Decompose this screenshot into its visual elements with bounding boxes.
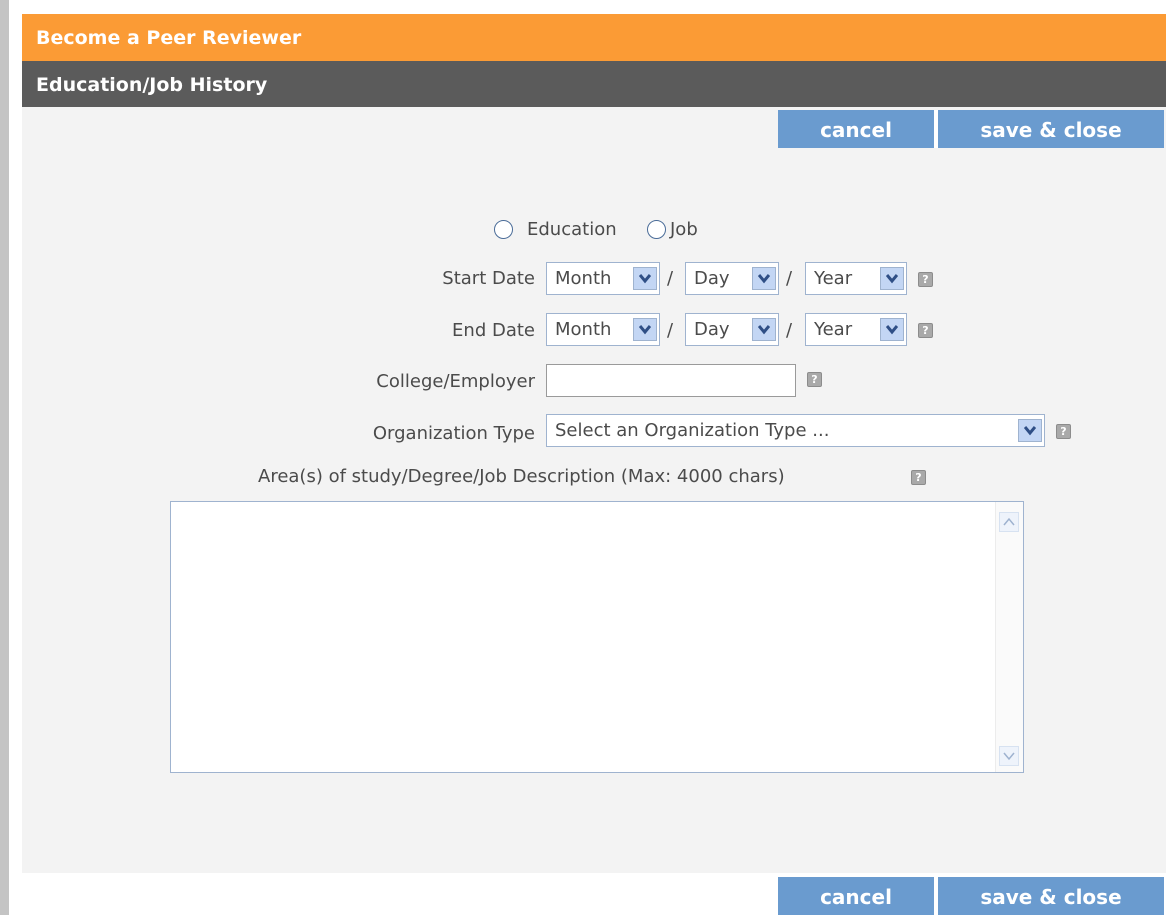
- chevron-down-icon: [633, 318, 657, 341]
- top-margin: [9, 0, 1166, 14]
- end-date-label: End Date: [452, 320, 535, 341]
- end-year-value: Year: [814, 319, 853, 340]
- cancel-button-top[interactable]: cancel: [778, 110, 934, 148]
- job-radio-label: Job: [670, 219, 698, 240]
- help-icon[interactable]: ?: [918, 323, 933, 338]
- end-month-select[interactable]: Month: [546, 313, 660, 346]
- organization-type-select[interactable]: Select an Organization Type ...: [546, 414, 1045, 447]
- chevron-down-icon: [752, 267, 776, 290]
- cancel-button-bottom[interactable]: cancel: [778, 877, 934, 915]
- end-year-select[interactable]: Year: [805, 313, 907, 346]
- help-icon[interactable]: ?: [1056, 424, 1071, 439]
- date-separator: /: [786, 268, 793, 289]
- college-employer-input[interactable]: [546, 364, 796, 397]
- scroll-down-arrow-icon[interactable]: [999, 746, 1019, 766]
- description-textarea[interactable]: [170, 501, 1024, 773]
- section-title: Education/Job History: [22, 61, 1166, 107]
- description-label: Area(s) of study/Degree/Job Description …: [258, 466, 785, 487]
- textarea-scrollbar[interactable]: [995, 502, 1023, 772]
- chevron-down-icon: [633, 267, 657, 290]
- start-date-label: Start Date: [442, 268, 535, 289]
- chevron-down-icon: [880, 267, 904, 290]
- save-close-button-bottom[interactable]: save & close: [934, 877, 1164, 915]
- date-separator: /: [667, 268, 674, 289]
- organization-type-value: Select an Organization Type ...: [555, 420, 830, 441]
- help-icon[interactable]: ?: [911, 470, 926, 485]
- start-year-value: Year: [814, 268, 853, 289]
- start-month-value: Month: [555, 268, 612, 289]
- end-day-value: Day: [694, 319, 730, 340]
- end-day-select[interactable]: Day: [685, 313, 779, 346]
- scroll-up-arrow-icon[interactable]: [999, 512, 1019, 532]
- end-month-value: Month: [555, 319, 612, 340]
- chevron-down-icon: [1018, 419, 1042, 442]
- save-close-button-top[interactable]: save & close: [934, 110, 1164, 148]
- start-year-select[interactable]: Year: [805, 262, 907, 295]
- chevron-down-icon: [880, 318, 904, 341]
- window-title: Become a Peer Reviewer: [22, 14, 1166, 61]
- chevron-down-icon: [752, 318, 776, 341]
- start-day-select[interactable]: Day: [685, 262, 779, 295]
- college-employer-label: College/Employer: [376, 371, 535, 392]
- job-radio[interactable]: [647, 220, 666, 239]
- start-month-select[interactable]: Month: [546, 262, 660, 295]
- start-day-value: Day: [694, 268, 730, 289]
- education-radio-label: Education: [527, 219, 617, 240]
- education-radio[interactable]: [494, 220, 513, 239]
- help-icon[interactable]: ?: [807, 372, 822, 387]
- help-icon[interactable]: ?: [918, 272, 933, 287]
- organization-type-label: Organization Type: [372, 423, 535, 444]
- left-border: [0, 0, 9, 915]
- date-separator: /: [667, 320, 674, 341]
- date-separator: /: [786, 320, 793, 341]
